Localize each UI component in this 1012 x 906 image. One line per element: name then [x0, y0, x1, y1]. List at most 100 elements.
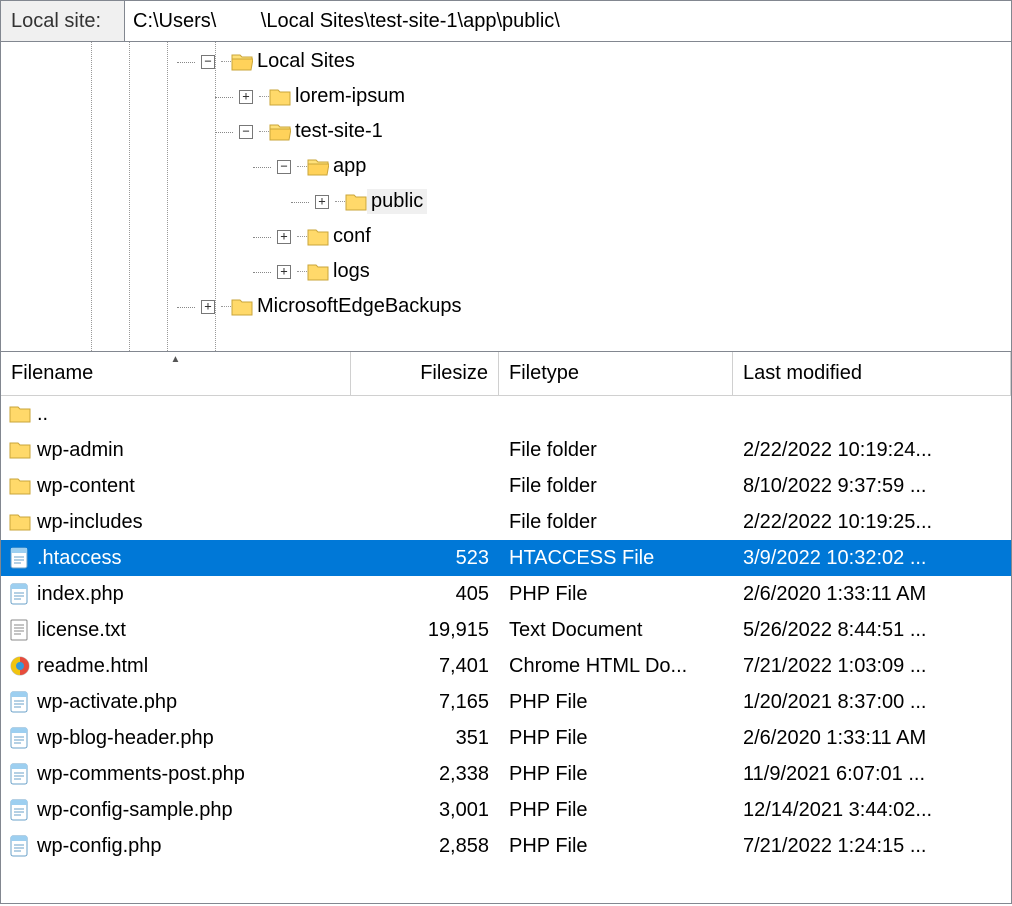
file-size: 2,858 [351, 835, 499, 858]
tree-item[interactable]: + conf [1, 219, 1011, 254]
tree-item[interactable]: + MicrosoftEdgeBackups [1, 289, 1011, 324]
file-modified: 1/20/2021 8:37:00 ... [733, 691, 1011, 714]
file-name: wp-content [37, 475, 135, 498]
php-file-icon [9, 547, 31, 569]
tree-item-label[interactable]: conf [329, 224, 375, 249]
tree-item[interactable]: + logs [1, 254, 1011, 289]
file-row[interactable]: wp-adminFile folder2/22/2022 10:19:24... [1, 432, 1011, 468]
file-modified: 11/9/2021 6:07:01 ... [733, 763, 1011, 786]
file-name: index.php [37, 583, 124, 606]
file-size: 523 [351, 547, 499, 570]
php-file-icon [9, 691, 31, 713]
local-site-path-input[interactable]: C:\Users\ \Local Sites\test-site-1\app\p… [125, 0, 1012, 42]
file-modified: 12/14/2021 3:44:02... [733, 799, 1011, 822]
folder-icon [345, 191, 367, 213]
file-row[interactable]: .. [1, 396, 1011, 432]
file-type: PHP File [499, 583, 733, 606]
file-name: wp-comments-post.php [37, 763, 245, 786]
file-modified: 3/9/2022 10:32:02 ... [733, 547, 1011, 570]
tree-item-label[interactable]: Local Sites [253, 49, 359, 74]
file-row[interactable]: readme.html7,401Chrome HTML Do...7/21/20… [1, 648, 1011, 684]
column-filetype[interactable]: Filetype [499, 352, 733, 395]
file-modified: 2/6/2020 1:33:11 AM [733, 727, 1011, 750]
expand-icon[interactable]: + [239, 90, 253, 104]
column-filename[interactable]: ▲ Filename [1, 352, 351, 395]
file-row[interactable]: wp-includesFile folder2/22/2022 10:19:25… [1, 504, 1011, 540]
file-type: Chrome HTML Do... [499, 655, 733, 678]
file-modified: 5/26/2022 8:44:51 ... [733, 619, 1011, 642]
tree-item[interactable]: − app [1, 149, 1011, 184]
tree-item-label[interactable]: public [367, 189, 427, 214]
tree-item-label[interactable]: logs [329, 259, 374, 284]
file-modified: 2/6/2020 1:33:11 AM [733, 583, 1011, 606]
file-size: 3,001 [351, 799, 499, 822]
folder-icon [269, 86, 291, 108]
file-row[interactable]: wp-activate.php 7,165PHP File1/20/2021 8:… [1, 684, 1011, 720]
php-file-icon [9, 727, 31, 749]
folder-tree[interactable]: − Local Sites + lorem-ipsum − test-site-1 − app… [0, 42, 1012, 352]
file-size: 7,165 [351, 691, 499, 714]
expand-icon[interactable]: + [277, 230, 291, 244]
collapse-icon[interactable]: − [201, 55, 215, 69]
file-name: wp-blog-header.php [37, 727, 214, 750]
file-list[interactable]: ▲ Filename Filesize Filetype Last modifi… [0, 352, 1012, 904]
tree-item-label[interactable]: lorem-ipsum [291, 84, 409, 109]
file-size: 405 [351, 583, 499, 606]
file-modified: 2/22/2022 10:19:25... [733, 511, 1011, 534]
file-row[interactable]: wp-config.php2,858PHP File7/21/2022 1:24… [1, 828, 1011, 864]
expand-icon[interactable]: + [277, 265, 291, 279]
text-file-icon [9, 619, 31, 641]
tree-item[interactable]: − test-site-1 [1, 114, 1011, 149]
file-type: File folder [499, 439, 733, 462]
file-modified: 8/10/2022 9:37:59 ... [733, 475, 1011, 498]
file-row[interactable]: wp-contentFile folder8/10/2022 9:37:59 .… [1, 468, 1011, 504]
folder-icon [9, 403, 31, 425]
file-name: .htaccess [37, 547, 121, 570]
tree-item[interactable]: + public [1, 184, 1011, 219]
file-row[interactable]: wp-comments-post.php2,338PHP File11/9/20… [1, 756, 1011, 792]
file-name: readme.html [37, 655, 148, 678]
file-row[interactable]: wp-config-sample.php3,001PHP File12/14/2… [1, 792, 1011, 828]
file-size: 351 [351, 727, 499, 750]
file-row[interactable]: wp-blog-header.php 351PHP File2/6/2020 1:… [1, 720, 1011, 756]
file-row[interactable]: .htaccess 523HTACCESS File3/9/2022 10:32:… [1, 540, 1011, 576]
file-type: PHP File [499, 727, 733, 750]
column-filename-label: Filename [11, 362, 93, 385]
file-name: wp-config.php [37, 835, 162, 858]
local-site-bar: Local site: C:\Users\ \Local Sites\test-… [0, 0, 1012, 42]
file-type: HTACCESS File [499, 547, 733, 570]
collapse-icon[interactable]: − [239, 125, 253, 139]
file-list-header[interactable]: ▲ Filename Filesize Filetype Last modifi… [1, 352, 1011, 396]
tree-item-label[interactable]: app [329, 154, 370, 179]
tree-item-label[interactable]: MicrosoftEdgeBackups [253, 294, 466, 319]
file-name: wp-activate.php [37, 691, 177, 714]
php-file-icon [9, 583, 31, 605]
html-file-icon [9, 655, 31, 677]
php-file-icon [9, 835, 31, 857]
file-type: Text Document [499, 619, 733, 642]
sort-caret-icon: ▲ [171, 354, 181, 365]
file-type: PHP File [499, 691, 733, 714]
expand-icon[interactable]: + [315, 195, 329, 209]
collapse-icon[interactable]: − [277, 160, 291, 174]
folder-open-icon [231, 51, 253, 73]
expand-icon[interactable]: + [201, 300, 215, 314]
column-filesize[interactable]: Filesize [351, 352, 499, 395]
tree-item[interactable]: − Local Sites [1, 44, 1011, 79]
folder-icon [307, 261, 329, 283]
tree-item-label[interactable]: test-site-1 [291, 119, 387, 144]
php-file-icon [9, 799, 31, 821]
file-row[interactable]: index.php 405PHP File2/6/2020 1:33:11 AM [1, 576, 1011, 612]
file-type: PHP File [499, 763, 733, 786]
tree-item[interactable]: + lorem-ipsum [1, 79, 1011, 114]
folder-icon [9, 475, 31, 497]
file-size: 19,915 [351, 619, 499, 642]
file-name: license.txt [37, 619, 126, 642]
file-row[interactable]: license.txt 19,915Text Document5/26/2022 … [1, 612, 1011, 648]
file-name: wp-config-sample.php [37, 799, 233, 822]
folder-icon [231, 296, 253, 318]
file-size: 7,401 [351, 655, 499, 678]
folder-icon [307, 226, 329, 248]
local-site-label: Local site: [0, 0, 125, 42]
column-modified[interactable]: Last modified [733, 352, 1011, 395]
